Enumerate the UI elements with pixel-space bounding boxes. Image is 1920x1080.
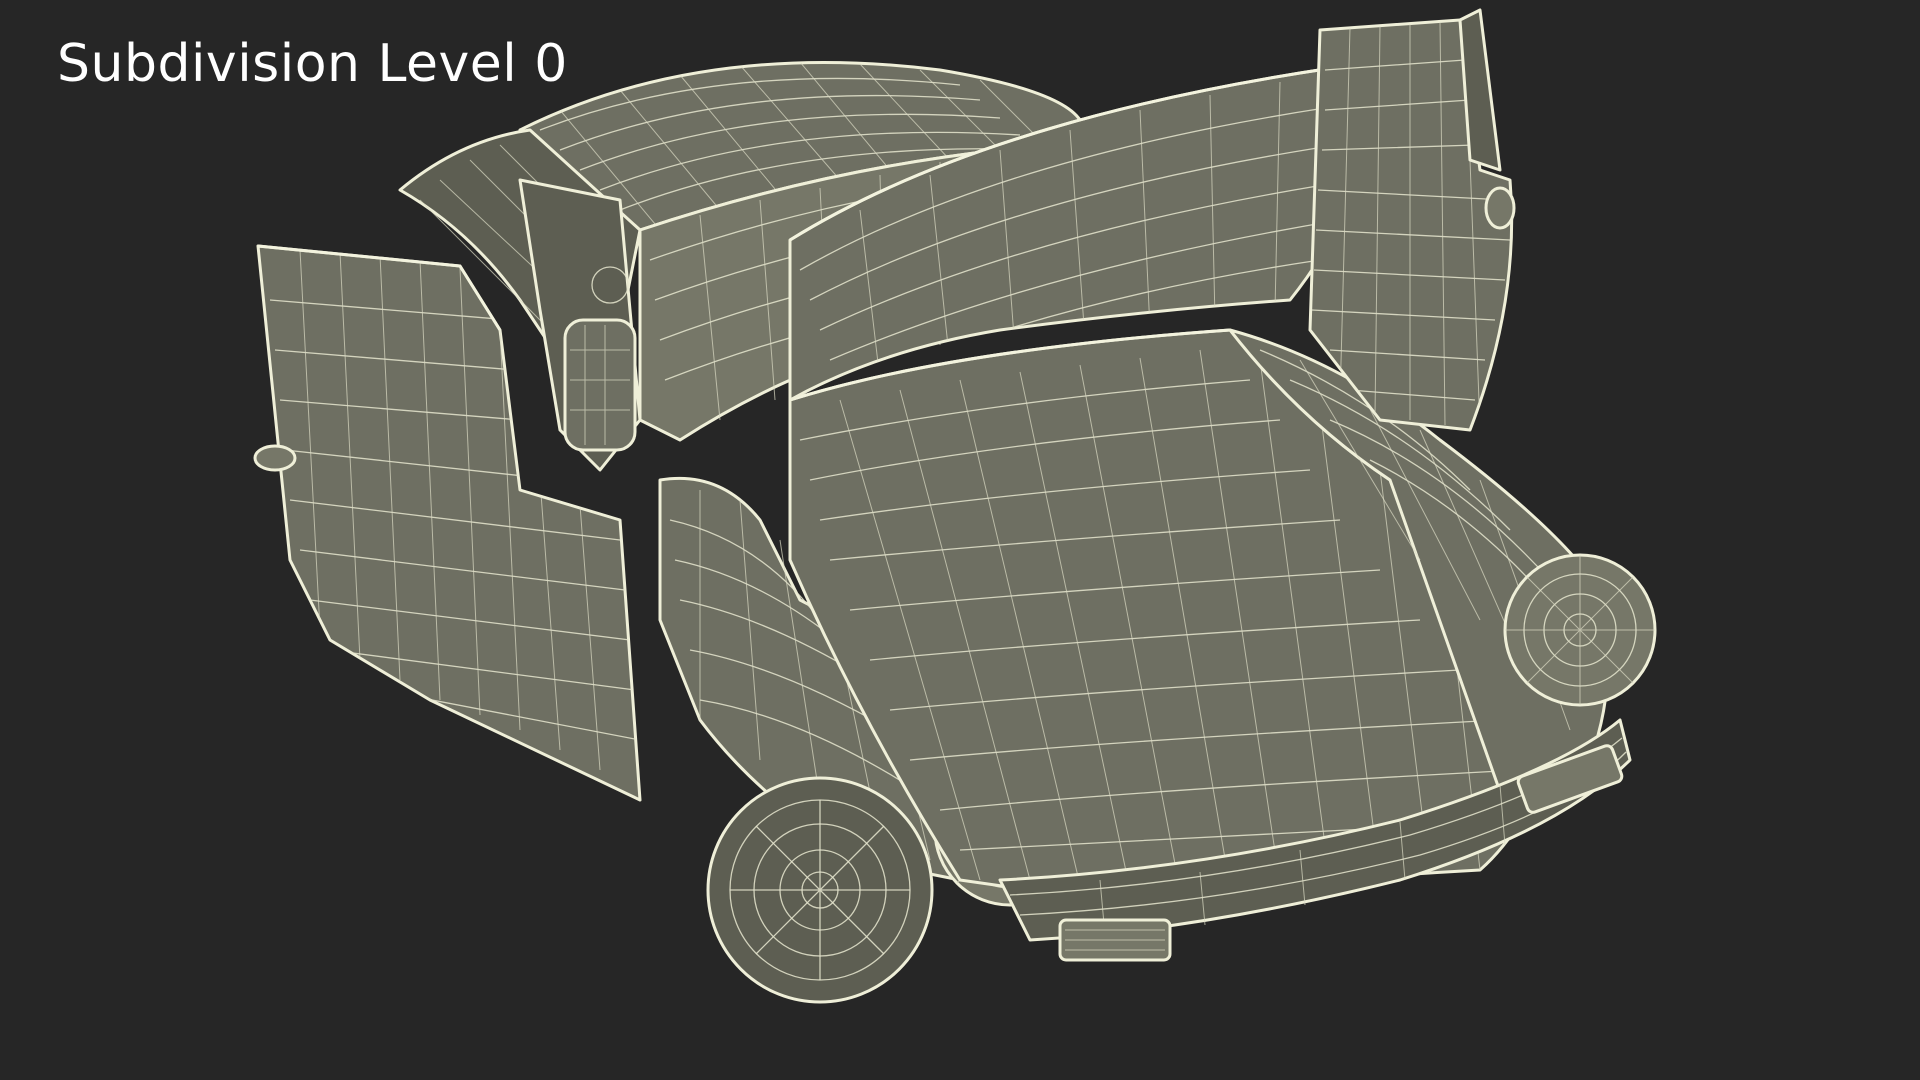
render-viewport: Subdivision Level 0	[0, 0, 1920, 1080]
subdivision-level-caption: Subdivision Level 0	[57, 34, 568, 94]
car-wireframe-render	[253, 8, 1657, 1004]
car-right-headlight	[1503, 553, 1657, 707]
car-front-wheel	[706, 776, 934, 1004]
